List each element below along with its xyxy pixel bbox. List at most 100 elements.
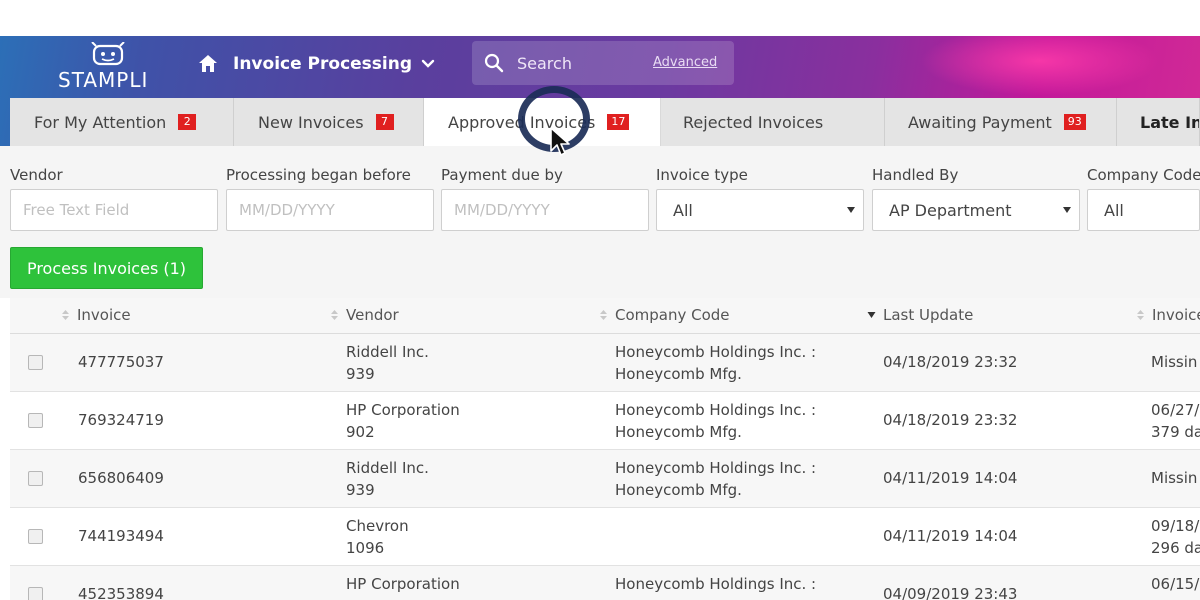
process-invoices-button[interactable]: Process Invoices (1): [10, 247, 203, 289]
count-badge: 7: [375, 114, 394, 130]
tab-new-invoices[interactable]: New Invoices 7: [234, 98, 424, 146]
invoice-number: 477775037: [78, 353, 164, 371]
vendor-id: 939: [346, 481, 375, 499]
row-checkbox[interactable]: [28, 413, 43, 428]
table-row[interactable]: 477775037 Riddell Inc. 939 Honeycomb Hol…: [10, 334, 1200, 392]
column-label: Invoice: [77, 306, 131, 324]
row-checkbox[interactable]: [28, 355, 43, 370]
advanced-search-link[interactable]: Advanced: [653, 55, 717, 70]
search-box[interactable]: Advanced: [472, 41, 734, 85]
tab-for-my-attention[interactable]: For My Attention 2: [10, 98, 234, 146]
company-code-select[interactable]: All: [1087, 189, 1200, 231]
module-switcher[interactable]: Invoice Processing: [197, 51, 436, 77]
filter-vendor: Vendor: [10, 166, 218, 231]
search-icon: [484, 53, 504, 73]
vendor-id: 939: [346, 365, 375, 383]
logo-wordmark: STAMPLI: [58, 68, 149, 92]
filter-label: Vendor: [10, 166, 63, 184]
last-update: 04/18/2019 23:32: [883, 353, 1018, 371]
last-update: 04/18/2019 23:32: [883, 411, 1018, 429]
invoice-due-days: 379 da: [1151, 423, 1200, 441]
filter-label: Handled By: [872, 166, 959, 184]
column-label: Invoice: [1152, 306, 1200, 324]
top-margin: [0, 0, 1200, 36]
filter-processing-began: Processing began before: [226, 166, 434, 231]
caret-down-icon: [1063, 207, 1071, 213]
tab-label: Awaiting Payment: [908, 112, 1052, 132]
handled-by-select[interactable]: AP Department: [872, 189, 1080, 231]
filter-label: Payment due by: [441, 166, 563, 184]
company-code-sub: Honeycomb Mfg.: [615, 365, 742, 383]
filter-payment-due: Payment due by: [441, 166, 649, 231]
module-title: Invoice Processing: [233, 54, 413, 74]
caret-down-icon: [847, 207, 855, 213]
invoice-tabs: For My Attention 2 New Invoices 7 Approv…: [0, 98, 1200, 146]
filter-handled-by: Handled By AP Department: [872, 166, 1080, 231]
sort-icon: [331, 310, 338, 320]
processing-date-input[interactable]: [226, 189, 434, 231]
vendor-name: HP Corporation: [346, 401, 460, 419]
filter-label: Processing began before: [226, 166, 411, 184]
invoice-due: 06/27/: [1151, 401, 1200, 419]
tab-label: Rejected Invoices: [683, 112, 824, 132]
vendor-name: Riddell Inc.: [346, 459, 429, 477]
filter-company-code: Company Code All: [1087, 166, 1200, 231]
table-header: Invoice Vendor Company Code Last Update …: [10, 298, 1200, 334]
tab-awaiting-payment[interactable]: Awaiting Payment 93: [885, 98, 1117, 146]
invoice-due-days: 296 da: [1151, 539, 1200, 557]
table-row[interactable]: 656806409 Riddell Inc. 939 Honeycomb Hol…: [10, 450, 1200, 508]
column-label: Company Code: [615, 306, 730, 324]
invoice-due: Missin: [1151, 469, 1198, 487]
tab-rejected-invoices[interactable]: Rejected Invoices: [661, 98, 885, 146]
row-checkbox[interactable]: [28, 471, 43, 486]
robot-logo-icon: [91, 42, 125, 66]
vendor-input[interactable]: [10, 189, 218, 231]
column-header-last-update[interactable]: Last Update: [867, 306, 973, 324]
company-code: Honeycomb Holdings Inc. :: [615, 401, 817, 419]
filter-label: Invoice type: [656, 166, 748, 184]
vendor-name: Riddell Inc.: [346, 343, 429, 361]
sort-icon: [600, 310, 607, 320]
search-input[interactable]: [517, 53, 637, 73]
column-header-invoice[interactable]: Invoice: [61, 306, 131, 324]
action-bar: Process Invoices (1): [0, 246, 1200, 298]
home-icon[interactable]: [197, 53, 219, 75]
sort-icon: [62, 310, 69, 320]
column-label: Last Update: [883, 306, 974, 324]
sort-desc-icon: [867, 312, 876, 318]
table-row[interactable]: 452353894 HP Corporation Honeycomb Holdi…: [10, 566, 1200, 600]
table-row[interactable]: 744193494 Chevron 1096 04/11/2019 14:04 …: [10, 508, 1200, 566]
vendor-id: 1096: [346, 539, 385, 557]
app-window: STAMPLI Invoice Processing Advanced For …: [0, 0, 1200, 600]
invoice-due: Missin: [1151, 353, 1198, 371]
tab-label: For My Attention: [34, 112, 167, 132]
invoice-type-select[interactable]: All: [656, 189, 864, 231]
select-value: All: [673, 200, 693, 220]
count-badge: 93: [1063, 114, 1086, 130]
row-checkbox[interactable]: [28, 529, 43, 544]
last-update: 04/11/2019 14:04: [883, 469, 1018, 487]
tab-late-invoices[interactable]: Late In: [1117, 98, 1200, 146]
company-code-sub: Honeycomb Mfg.: [615, 481, 742, 499]
invoice-table: Invoice Vendor Company Code Last Update …: [10, 298, 1200, 600]
company-code: Honeycomb Holdings Inc. :: [615, 575, 817, 593]
select-value: AP Department: [889, 200, 1012, 220]
stampli-logo[interactable]: STAMPLI: [58, 42, 168, 92]
vendor-name: Chevron: [346, 517, 409, 535]
invoice-due: 09/18/: [1151, 517, 1200, 535]
payment-due-input[interactable]: [441, 189, 649, 231]
vendor-name: HP Corporation: [346, 575, 460, 593]
row-checkbox[interactable]: [28, 587, 43, 600]
last-update: 04/09/2019 23:43: [883, 585, 1018, 600]
column-header-vendor[interactable]: Vendor: [330, 306, 399, 324]
column-label: Vendor: [346, 306, 399, 324]
column-header-company-code[interactable]: Company Code: [599, 306, 730, 324]
sort-icon: [1137, 310, 1144, 320]
tab-label: Late In: [1140, 112, 1200, 132]
chevron-down-icon[interactable]: [420, 56, 436, 72]
table-row[interactable]: 769324719 HP Corporation 902 Honeycomb H…: [10, 392, 1200, 450]
column-header-invoice-due[interactable]: Invoice: [1136, 306, 1200, 324]
invoice-number: 452353894: [78, 585, 164, 600]
company-code-sub: Honeycomb Mfg.: [615, 423, 742, 441]
vendor-id: 902: [346, 423, 375, 441]
